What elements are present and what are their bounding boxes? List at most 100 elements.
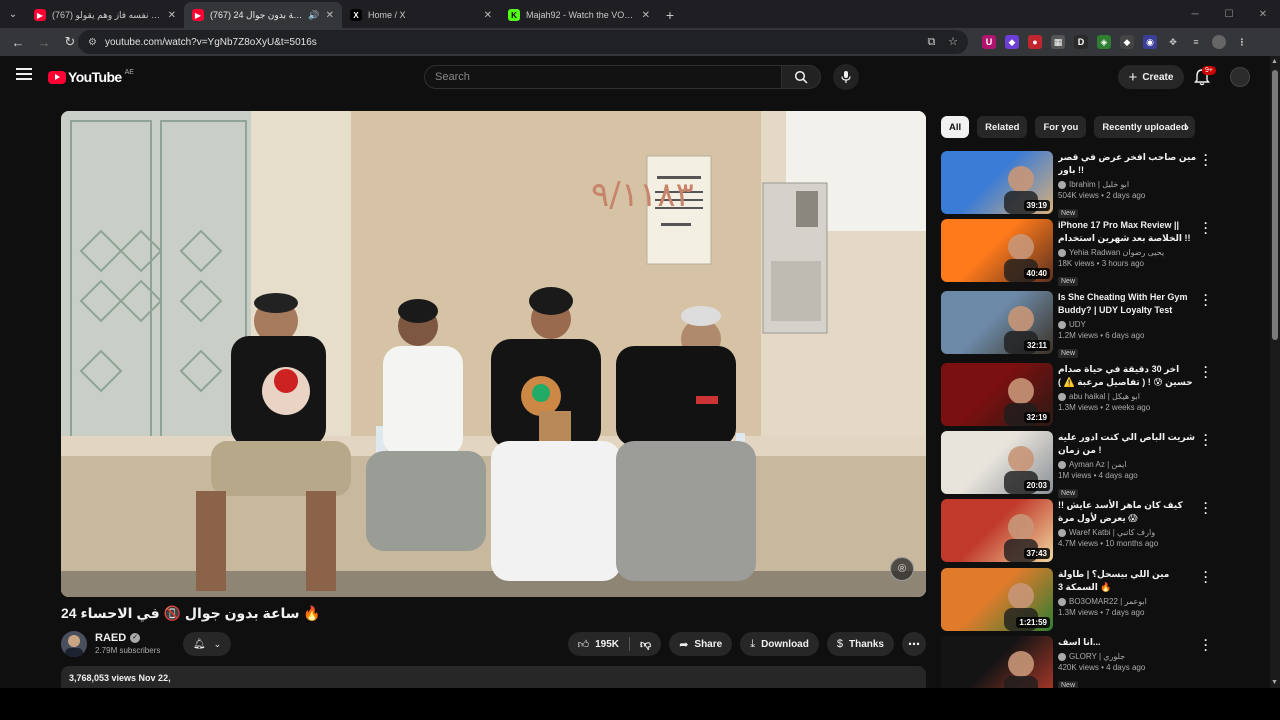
bookmark-star-icon[interactable]: ☆	[948, 36, 958, 48]
recommendation-title[interactable]: انا اسف...	[1058, 636, 1198, 649]
media-control-icon[interactable]: ≡	[1189, 35, 1203, 49]
extension-icon[interactable]: ▦	[1051, 35, 1065, 49]
new-tab-button[interactable]: +	[658, 2, 682, 28]
chip-recently-uploaded[interactable]: Recently uploaded	[1094, 116, 1195, 138]
recommendation-item[interactable]: 40:40 iPhone 17 Pro Max Review || الخلاصة…	[941, 217, 1217, 286]
more-actions-icon[interactable]: ⋯	[902, 632, 926, 656]
tab-search-menu-icon[interactable]: ⌄	[0, 0, 26, 28]
channel-name[interactable]: RAED ✓	[95, 632, 141, 644]
recommendation-item[interactable]: 32:11 Is She Cheating With Her Gym Buddy?…	[941, 289, 1217, 358]
verified-icon	[1058, 460, 1066, 469]
extension-icon[interactable]: ◉	[1143, 35, 1157, 49]
extensions-puzzle-icon[interactable]: ✥	[1166, 35, 1180, 49]
video-thumbnail[interactable]: 32:11	[941, 291, 1053, 354]
more-options-icon[interactable]: · · ·	[1202, 217, 1210, 239]
video-thumbnail[interactable]: 1:21:59	[941, 568, 1053, 631]
video-thumbnail[interactable]: 37:43	[941, 499, 1053, 562]
new-badge: New	[1058, 277, 1079, 286]
page-scrollbar[interactable]: ▲ ▼	[1270, 56, 1280, 688]
recommendation-channel[interactable]: UDY	[1058, 319, 1198, 330]
recommendation-channel[interactable]: Ayman Az | ايمن	[1058, 459, 1198, 470]
browser-tab-0[interactable]: ▶ (767) يحسب نفسه فاز وهم يقولو ✕	[26, 2, 184, 28]
recommendation-title[interactable]: كيف كان ماهر الأسد عايش !! يعرض لأول مرة…	[1058, 499, 1198, 525]
share-button[interactable]: ➦ Share	[669, 632, 733, 656]
voice-search-button[interactable]	[833, 64, 859, 90]
video-thumbnail[interactable]: 39:19	[941, 151, 1053, 214]
chip-related[interactable]: Related	[977, 116, 1028, 138]
more-options-icon[interactable]: · · ·	[1202, 149, 1210, 171]
extension-icon[interactable]: ◆	[1005, 35, 1019, 49]
subscribed-bell-button[interactable]: 🔔︎ ⌄	[183, 632, 231, 656]
extension-icon[interactable]: ●	[1028, 35, 1042, 49]
recommendation-item[interactable]: 1:21:59 مين اللي بيسحل؟ | طاولة السمكة 3 …	[941, 566, 1217, 632]
more-options-icon[interactable]: · · ·	[1202, 361, 1210, 383]
video-thumbnail[interactable]: 40:40	[941, 219, 1053, 282]
thanks-button[interactable]: $ Thanks	[826, 632, 894, 656]
search-button[interactable]	[781, 65, 821, 89]
channel-watermark-icon[interactable]: ®	[890, 557, 914, 581]
scroll-up-icon[interactable]: ▲	[1271, 58, 1278, 65]
close-tab-icon[interactable]: ✕	[326, 10, 334, 21]
minimize-icon[interactable]: ─	[1178, 0, 1212, 28]
channel-avatar[interactable]	[61, 631, 87, 657]
recommendation-item[interactable]: 37:43 كيف كان ماهر الأسد عايش !! يعرض لأو…	[941, 497, 1217, 563]
download-button[interactable]: ⤓ Download	[740, 632, 819, 656]
address-bar[interactable]: ⚙ youtube.com/watch?v=YgNb7Z8oXyU&t=5016…	[78, 30, 968, 54]
account-avatar[interactable]	[1230, 67, 1250, 87]
video-thumbnail[interactable]: 20:03	[941, 431, 1053, 494]
site-info-icon[interactable]: ⚙	[88, 37, 97, 48]
like-button[interactable]: 👍︎ 195K	[568, 632, 629, 656]
close-tab-icon[interactable]: ✕	[168, 10, 176, 21]
install-app-icon[interactable]: ⧉	[927, 36, 935, 48]
recommendation-channel[interactable]: abu haikal | ابو هيكل	[1058, 391, 1198, 402]
recommendation-channel[interactable]: BO3OMAR22 | ابوعمر	[1058, 596, 1198, 607]
audio-playing-icon[interactable]: 🔊	[308, 10, 319, 21]
recommendation-channel[interactable]: Waref Katbi | وارف كاتبي	[1058, 527, 1198, 538]
chip-for-you[interactable]: For you	[1035, 116, 1087, 138]
close-tab-icon[interactable]: ✕	[642, 10, 650, 21]
scrollbar-thumb[interactable]	[1272, 70, 1278, 340]
recommendation-channel[interactable]: Ibrahim | ابو خليل	[1058, 179, 1198, 190]
recommendation-title[interactable]: iPhone 17 Pro Max Review || الخلاصة بعد …	[1058, 219, 1198, 245]
extension-icon[interactable]: U	[982, 35, 996, 49]
recommendation-title[interactable]: مين صاحب افخر عرض في قصر باور !!	[1058, 151, 1198, 177]
close-tab-icon[interactable]: ✕	[484, 10, 492, 21]
recommendation-item[interactable]: 20:03 شريت الباص الي كنت ادور عليه من زما…	[941, 429, 1217, 498]
recommendation-title[interactable]: شريت الباص الي كنت ادور عليه من زمان !	[1058, 431, 1198, 457]
description-box[interactable]: 3,768,053 views Nov 22,	[61, 666, 926, 688]
more-options-icon[interactable]: · · ·	[1202, 566, 1210, 588]
chevron-right-icon[interactable]: ›	[1185, 120, 1201, 136]
more-options-icon[interactable]: · · ·	[1202, 289, 1210, 311]
menu-icon[interactable]	[16, 68, 32, 80]
browser-tab-1[interactable]: ▶ (767) 24 ساعة بدون جوال 📵 🔊 ✕	[184, 2, 342, 28]
more-options-icon[interactable]: · · ·	[1202, 497, 1210, 519]
recommendation-title[interactable]: مين اللي بيسحل؟ | طاولة السمكة 3 🔥	[1058, 568, 1198, 594]
maximize-icon[interactable]: ☐	[1212, 0, 1246, 28]
extension-icon[interactable]: D	[1074, 35, 1088, 49]
close-window-icon[interactable]: ✕	[1246, 0, 1280, 28]
recommendation-channel[interactable]: GLORY | جلوري	[1058, 651, 1198, 662]
browser-tab-2[interactable]: X Home / X ✕	[342, 2, 500, 28]
shield-extension-icon[interactable]: ◈	[1097, 35, 1111, 49]
video-player[interactable]: ٩/١١٨٣ ®	[61, 111, 926, 597]
back-icon[interactable]: ←	[6, 30, 30, 54]
recommendation-channel[interactable]: Yehia Radwan يحيى رضوان	[1058, 247, 1198, 258]
scroll-down-icon[interactable]: ▼	[1271, 679, 1278, 686]
extension-icon[interactable]: ◆	[1120, 35, 1134, 49]
chip-all[interactable]: All	[941, 116, 970, 138]
recommendation-title[interactable]: Is She Cheating With Her Gym Buddy? | UD…	[1058, 291, 1198, 317]
browser-menu-icon[interactable]: ⋮	[1235, 35, 1249, 49]
browser-tab-3[interactable]: K Majah92 - Watch the VOD on K ✕	[500, 2, 658, 28]
recommendation-item[interactable]: 39:19 مين صاحب افخر عرض في قصر باور !! Ibr…	[941, 149, 1217, 218]
youtube-logo[interactable]: YouTube AE	[48, 69, 134, 85]
search-input[interactable]	[435, 71, 781, 83]
recommendation-item[interactable]: 32:19 اخر 30 دقيقة في حياة صدام حسين 😰 ! …	[941, 361, 1217, 427]
dislike-button[interactable]: 👎︎	[630, 632, 661, 656]
more-options-icon[interactable]: · · ·	[1202, 429, 1210, 451]
create-button[interactable]: + Create	[1118, 65, 1184, 89]
more-options-icon[interactable]: · · ·	[1202, 634, 1210, 656]
profile-icon[interactable]	[1212, 35, 1226, 49]
forward-icon[interactable]: →	[32, 30, 56, 54]
video-thumbnail[interactable]: 32:19	[941, 363, 1053, 426]
recommendation-title[interactable]: اخر 30 دقيقة في حياة صدام حسين 😰 ! ( تفا…	[1058, 363, 1198, 389]
